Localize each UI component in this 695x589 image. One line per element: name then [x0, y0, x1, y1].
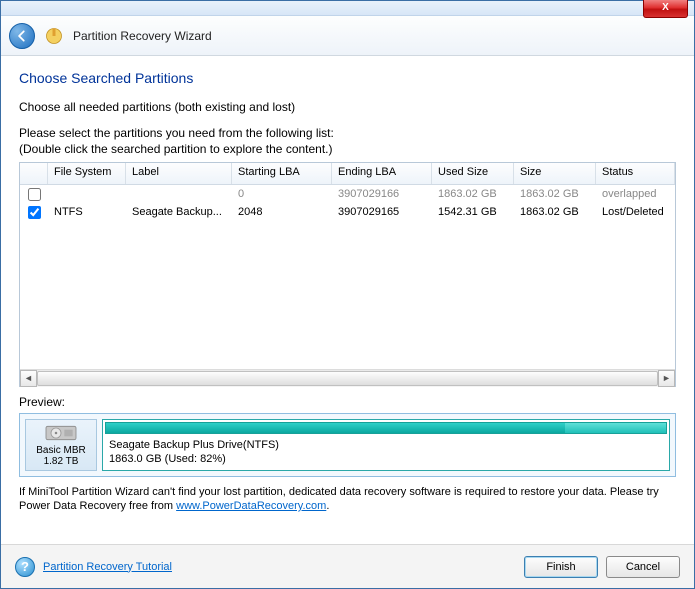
cell-used-size: 1863.02 GB — [432, 188, 514, 200]
row-checkbox[interactable] — [28, 206, 41, 219]
tutorial-link[interactable]: Partition Recovery Tutorial — [43, 561, 172, 573]
grid-header: File System Label Starting LBA Ending LB… — [20, 163, 675, 185]
page-title: Choose Searched Partitions — [19, 70, 676, 86]
disk-summary[interactable]: Basic MBR 1.82 TB — [25, 419, 97, 471]
col-header-used-size[interactable]: Used Size — [432, 163, 514, 184]
close-button[interactable]: X — [643, 0, 688, 18]
app-icon — [45, 27, 63, 45]
col-header-checkbox[interactable] — [20, 163, 48, 184]
back-button[interactable] — [9, 23, 35, 49]
col-header-label[interactable]: Label — [126, 163, 232, 184]
horizontal-scrollbar[interactable]: ◄ ► — [20, 369, 675, 386]
hard-disk-icon — [44, 423, 78, 443]
partition-name: Seagate Backup Plus Drive(NTFS) — [109, 438, 663, 452]
cancel-button[interactable]: Cancel — [606, 556, 680, 578]
scroll-right-arrow[interactable]: ► — [658, 370, 675, 387]
cell-filesystem: NTFS — [48, 206, 126, 218]
preview-box: Basic MBR 1.82 TB Seagate Backup Plus Dr… — [19, 413, 676, 477]
partition-info: Seagate Backup Plus Drive(NTFS) 1863.0 G… — [103, 436, 669, 468]
footer-bar: ? Partition Recovery Tutorial Finish Can… — [1, 544, 694, 588]
col-header-ending-lba[interactable]: Ending LBA — [332, 163, 432, 184]
cell-ending-lba: 3907029166 — [332, 188, 432, 200]
table-row[interactable]: NTFS Seagate Backup... 2048 3907029165 1… — [20, 203, 675, 221]
finish-button[interactable]: Finish — [524, 556, 598, 578]
row-checkbox[interactable] — [28, 188, 41, 201]
usage-bar-used — [106, 423, 565, 433]
disk-name: Basic MBR — [36, 445, 85, 456]
cell-ending-lba: 3907029165 — [332, 206, 432, 218]
partition-preview[interactable]: Seagate Backup Plus Drive(NTFS) 1863.0 G… — [102, 419, 670, 471]
col-header-size[interactable]: Size — [514, 163, 596, 184]
instruction-3: (Double click the searched partition to … — [19, 142, 676, 156]
titlebar: X — [1, 1, 694, 16]
arrow-left-icon — [15, 29, 29, 43]
content-area: Choose Searched Partitions Choose all ne… — [1, 56, 694, 544]
wizard-window: X Partition Recovery Wizard Choose Searc… — [0, 0, 695, 589]
header-bar: Partition Recovery Wizard — [1, 16, 694, 56]
scroll-left-arrow[interactable]: ◄ — [20, 370, 37, 387]
header-title: Partition Recovery Wizard — [73, 29, 212, 43]
cell-size: 1863.02 GB — [514, 188, 596, 200]
usage-bar — [105, 422, 667, 434]
cell-starting-lba: 0 — [232, 188, 332, 200]
partitions-grid: File System Label Starting LBA Ending LB… — [19, 162, 676, 387]
instruction-2: Please select the partitions you need fr… — [19, 126, 676, 140]
cell-status: overlapped — [596, 188, 675, 200]
col-header-status[interactable]: Status — [596, 163, 675, 184]
table-row[interactable]: 0 3907029166 1863.02 GB 1863.02 GB overl… — [20, 185, 675, 203]
scroll-track[interactable] — [37, 370, 658, 387]
cell-status: Lost/Deleted — [596, 206, 675, 218]
cell-label: Seagate Backup... — [126, 206, 232, 218]
help-icon[interactable]: ? — [15, 557, 35, 577]
col-header-filesystem[interactable]: File System — [48, 163, 126, 184]
recovery-note: If MiniTool Partition Wizard can't find … — [19, 485, 676, 513]
col-header-starting-lba[interactable]: Starting LBA — [232, 163, 332, 184]
instruction-1: Choose all needed partitions (both exist… — [19, 100, 676, 114]
scroll-thumb[interactable] — [37, 371, 658, 386]
partition-usage: 1863.0 GB (Used: 82%) — [109, 452, 663, 466]
note-text-end: . — [326, 500, 329, 512]
close-icon: X — [662, 2, 669, 13]
cell-size: 1863.02 GB — [514, 206, 596, 218]
cell-starting-lba: 2048 — [232, 206, 332, 218]
disk-size: 1.82 TB — [44, 456, 79, 467]
preview-label: Preview: — [19, 395, 676, 409]
recovery-link[interactable]: www.PowerDataRecovery.com — [176, 500, 326, 512]
note-text: If MiniTool Partition Wizard can't find … — [19, 486, 659, 512]
grid-body: 0 3907029166 1863.02 GB 1863.02 GB overl… — [20, 185, 675, 369]
cell-used-size: 1542.31 GB — [432, 206, 514, 218]
